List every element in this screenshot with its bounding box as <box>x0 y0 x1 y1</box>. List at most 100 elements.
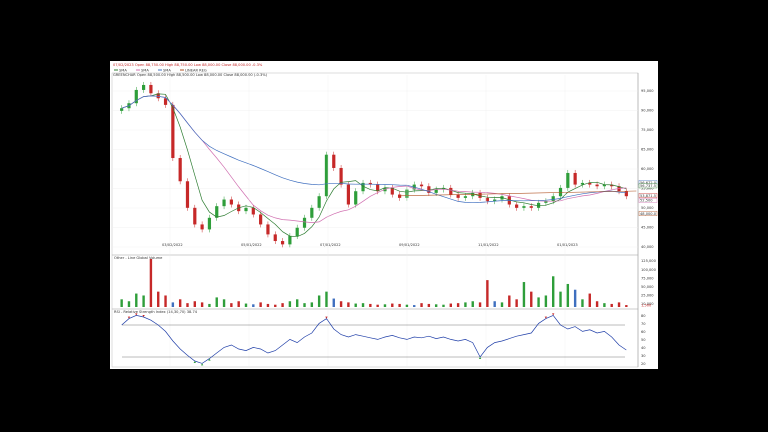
volume-bar <box>127 301 131 307</box>
volume-bar <box>566 283 570 307</box>
legend-label: LINEAR REG <box>185 68 207 72</box>
candle-body <box>302 217 307 228</box>
price-tags: 56,672.056,737.553,871.552,50048,000.0 <box>638 180 658 216</box>
volume-bar <box>552 276 555 307</box>
price-tag-label: 56,737.5 <box>640 184 656 188</box>
volume-bar <box>486 280 489 307</box>
date-tick-label: 11/01/2022 <box>478 243 499 247</box>
date-tick-label: 05/01/2022 <box>241 243 262 247</box>
volume-tick-label: 100,000 <box>641 268 657 272</box>
volume-bar <box>559 291 562 307</box>
volume-bar <box>383 304 387 307</box>
volume-axis: 125,000100,00075,00050,00025,00010,0001,… <box>641 259 657 307</box>
price-tick-label: 45,000 <box>641 226 654 230</box>
candle-body <box>558 187 563 197</box>
price-tick-label: 90,000 <box>641 109 654 113</box>
volume-bar <box>603 303 606 307</box>
date-tick-label: 09/01/2022 <box>399 243 420 247</box>
candle-body <box>229 199 233 205</box>
volume-bar <box>442 304 445 307</box>
date-axis: 03/02/2022 05/01/2022 07/01/2022 09/01/2022… <box>162 75 578 367</box>
volume-bar <box>515 299 518 307</box>
candle-body <box>434 189 438 193</box>
volume-bar <box>500 302 504 307</box>
volume-bar <box>625 305 628 307</box>
volume-tick-label: 125,000 <box>641 259 657 263</box>
price-tick-label: 65,000 <box>641 148 654 152</box>
candle-body <box>317 196 321 208</box>
volume-bar <box>391 303 394 307</box>
volume-bar <box>120 299 123 307</box>
volume-bar <box>376 304 379 307</box>
volume-last-value: 1,500 <box>641 304 652 308</box>
candle-body <box>200 224 204 230</box>
header-ohlc: 07/02/2023 Open 88,750.00 High 88,750.00… <box>113 63 263 67</box>
candle-body <box>193 207 197 225</box>
volume-bar <box>296 299 299 307</box>
candle-body <box>266 224 270 235</box>
volume-tick-label: 50,000 <box>641 285 654 289</box>
volume-bar <box>588 293 591 307</box>
candle-body <box>171 104 175 159</box>
volume-bar <box>413 305 416 307</box>
volume-bar <box>310 302 314 307</box>
candle-body <box>178 158 182 182</box>
volume-bar <box>149 259 153 307</box>
price-tag-label: 48,000.0 <box>640 212 657 216</box>
legend-label: SMA <box>141 68 149 72</box>
chart-canvas: 07/02/2023 Open 88,750.00 High 88,750.00… <box>111 63 658 368</box>
candle-body <box>515 204 519 208</box>
volume-bar <box>595 301 599 307</box>
volume-bar <box>215 297 218 307</box>
symbol-line: GREENCHAR Open 88,500.00 High 88,500.00 … <box>113 73 268 77</box>
candle-body <box>522 206 526 208</box>
volume-bar <box>259 302 262 307</box>
volume-bar <box>361 303 365 307</box>
volume-bar <box>617 302 621 307</box>
volume-bar <box>478 302 482 307</box>
rsi-axis: 80 70 60 50 40 30 20 <box>641 314 646 366</box>
price-tag-label: 53,871.5 <box>640 194 656 198</box>
volume-bar <box>369 303 372 307</box>
candle-body <box>449 187 453 195</box>
rsi-line <box>121 313 627 366</box>
volume-bar <box>339 301 343 307</box>
candle-body <box>222 199 226 207</box>
candle-body <box>419 184 424 187</box>
volume-bar <box>434 304 438 307</box>
candle-body <box>529 206 533 208</box>
volume-bar <box>208 303 211 307</box>
legend-label: SMA <box>119 68 127 72</box>
legend: SMA SMA SMA LINEAR REG <box>114 68 207 72</box>
volume-bar <box>471 301 474 307</box>
candle-body <box>163 98 168 105</box>
legend-label: SMA <box>163 68 171 72</box>
volume-bar <box>230 303 233 307</box>
candle-body <box>149 84 153 94</box>
candle-body <box>207 217 212 230</box>
volume-tick-label: 75,000 <box>641 276 654 280</box>
volume-bar <box>405 304 409 307</box>
candle-body <box>332 154 336 168</box>
volume-bar <box>544 295 548 307</box>
price-tick-label: 75,000 <box>641 128 654 132</box>
overbought-marker <box>552 313 555 316</box>
volume-bar <box>354 303 357 307</box>
volume-bar <box>449 303 452 307</box>
volume-bar <box>464 302 467 307</box>
rsi-title: RSI - Relative Strength Index (14,30,70)… <box>114 310 198 314</box>
volume-bar <box>332 298 335 307</box>
volume-bar <box>493 301 496 307</box>
volume-bar <box>581 299 584 307</box>
moving-averages <box>121 93 637 238</box>
price-tick-label: 50,000 <box>641 206 654 210</box>
volume-bar <box>171 302 175 307</box>
sma-fast-line <box>121 93 627 238</box>
candle-body <box>251 207 255 215</box>
candle-body <box>485 197 489 202</box>
rsi-tick-label: 50 <box>641 338 646 342</box>
price-tick-label: 40,000 <box>641 245 654 249</box>
volume-bar <box>303 303 306 307</box>
date-tick-label: 07/01/2022 <box>320 243 341 247</box>
candle-body <box>244 207 248 212</box>
